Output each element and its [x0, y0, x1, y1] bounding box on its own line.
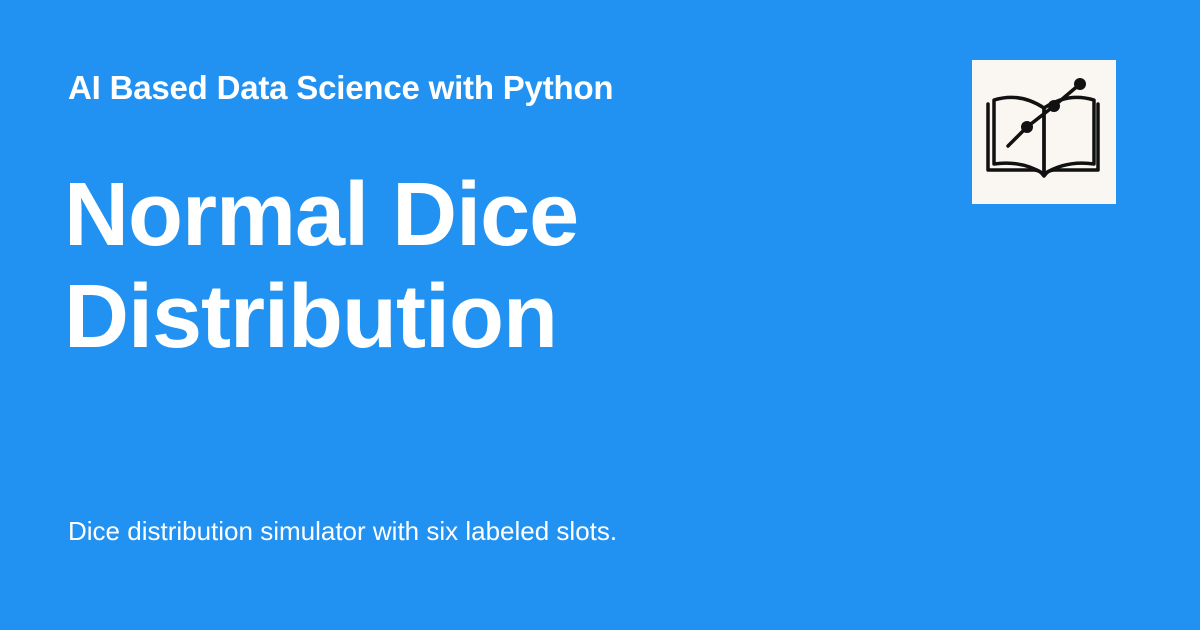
site-title: AI Based Data Science with Python [68, 69, 614, 106]
book-chart-icon [986, 78, 1100, 178]
social-card: AI Based Data Science with Python Normal… [0, 0, 1200, 630]
page-title-line-1: Normal Dice [64, 165, 579, 265]
logo [972, 60, 1116, 204]
page-description: Dice distribution simulator with six lab… [68, 516, 618, 546]
page-title: Normal Dice Distribution [64, 164, 884, 368]
page-title-line-2: Distribution [64, 267, 558, 367]
